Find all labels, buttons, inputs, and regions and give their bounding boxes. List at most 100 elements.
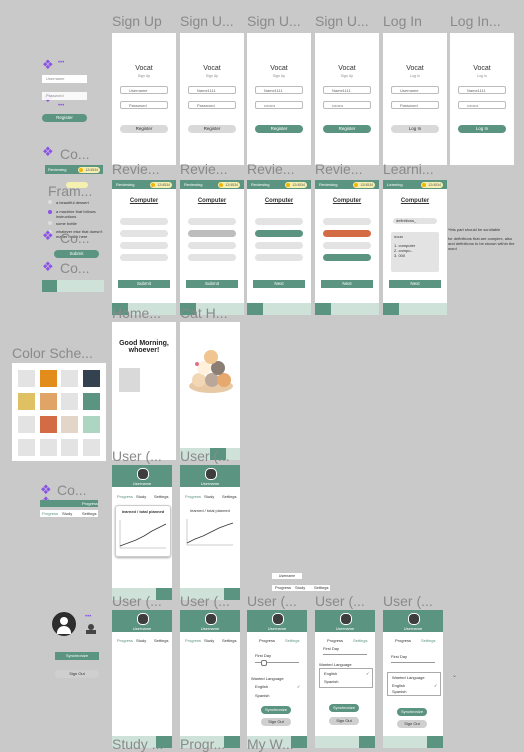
username-field[interactable]: Name1111 [188, 86, 236, 94]
log-in-button[interactable]: Log In [391, 125, 439, 133]
tab-progress[interactable]: Progress [185, 638, 201, 643]
sync-button[interactable]: Synchronize [329, 704, 359, 712]
option-spanish[interactable]: Spanish [324, 679, 338, 684]
tab-settings[interactable]: Settings [314, 585, 328, 590]
username-field[interactable]: Name1111 [458, 86, 506, 94]
sign-out-button[interactable]: Sign Out [261, 718, 291, 726]
option[interactable] [323, 242, 371, 249]
nav-active[interactable] [42, 280, 57, 292]
password-field[interactable]: •••••••• [323, 101, 371, 109]
tab-settings[interactable]: Settings [421, 638, 435, 643]
next-button[interactable]: Next [389, 280, 441, 288]
username-field[interactable]: Name1111 [323, 86, 371, 94]
tab-progress[interactable]: Progress [117, 494, 133, 499]
component-register-button[interactable]: Register [42, 114, 87, 122]
option[interactable] [188, 218, 236, 225]
definition-panel[interactable]: noun 1. computer 2. compu.. 3. 000 [391, 232, 439, 272]
option-english[interactable]: English [255, 684, 268, 689]
tab-settings[interactable]: Settings [353, 638, 367, 643]
option[interactable] [120, 254, 168, 261]
username-field[interactable]: Name1111 [255, 86, 303, 94]
count-toggle[interactable]: 12/4534 [78, 166, 100, 173]
option[interactable] [120, 218, 168, 225]
sync-button[interactable]: Synchronize [397, 708, 427, 716]
tab-progress[interactable]: Progress [395, 638, 411, 643]
component-password-field[interactable]: Password [42, 92, 87, 100]
tab-progress[interactable]: Progress [259, 638, 275, 643]
option-correct[interactable] [323, 254, 371, 261]
component-sign-out-button[interactable]: Sign Out [55, 670, 99, 678]
submit-button[interactable]: Submit [186, 280, 238, 288]
nav-item[interactable] [427, 736, 443, 748]
option[interactable] [120, 230, 168, 237]
password-field[interactable]: Password [188, 101, 236, 109]
password-field[interactable]: •••••••• [255, 101, 303, 109]
tab-settings[interactable]: Settings [222, 638, 236, 643]
option[interactable] [255, 242, 303, 249]
tab-study[interactable]: Study [295, 585, 305, 590]
count-toggle[interactable]: 12/4534 [421, 181, 443, 188]
username-field[interactable]: Username [120, 86, 168, 94]
log-in-button[interactable]: Log In [458, 125, 506, 133]
sync-button[interactable]: Synchronize [261, 706, 291, 714]
tab-study[interactable]: Study [204, 494, 214, 499]
radio-selected[interactable] [48, 210, 52, 214]
nav-item[interactable] [315, 303, 331, 315]
count-toggle[interactable]: 12/4534 [353, 181, 375, 188]
language-dropdown[interactable]: English ✓ Spanish [319, 668, 373, 688]
nav-item[interactable] [359, 736, 375, 748]
option-correct[interactable] [255, 230, 303, 237]
nav-item[interactable] [383, 303, 399, 315]
tab-settings[interactable]: Settings [285, 638, 299, 643]
sign-out-button[interactable]: Sign Out [397, 720, 427, 728]
tab-progress[interactable]: Progress [185, 494, 201, 499]
register-button[interactable]: Register [255, 125, 303, 133]
next-button[interactable]: Next [321, 280, 373, 288]
option[interactable] [255, 218, 303, 225]
tab-progress[interactable]: Progress [117, 638, 133, 643]
next-button[interactable]: Next [253, 280, 305, 288]
option-wrong[interactable] [323, 230, 371, 237]
radio[interactable] [48, 200, 52, 204]
option-spanish[interactable]: Spanish [392, 689, 406, 694]
slider-track[interactable] [391, 662, 435, 663]
nav-item[interactable] [247, 303, 263, 315]
username-field[interactable]: Username [391, 86, 439, 94]
option[interactable] [255, 254, 303, 261]
component-username-field[interactable]: Username [42, 75, 87, 83]
tab-progress[interactable]: Progress [275, 585, 291, 590]
register-button[interactable]: Register [323, 125, 371, 133]
tab-progress[interactable]: Progress [42, 511, 58, 516]
slider-thumb[interactable] [261, 660, 267, 666]
tab-study[interactable]: Study [204, 638, 214, 643]
register-button[interactable]: Register [188, 125, 236, 133]
count-toggle[interactable]: 12/4534 [218, 181, 240, 188]
option[interactable] [188, 254, 236, 261]
password-field[interactable]: Password [391, 101, 439, 109]
count-toggle[interactable]: 12/4534 [285, 181, 307, 188]
option-english[interactable]: English [324, 671, 337, 676]
password-field[interactable]: Password [120, 101, 168, 109]
option-spanish[interactable]: Spanish [255, 693, 269, 698]
option[interactable] [120, 242, 168, 249]
tab-study[interactable]: Study [136, 638, 146, 643]
component-sync-button[interactable]: Synchronize [55, 652, 99, 660]
tab-settings[interactable]: Settings [154, 638, 168, 643]
option-selected[interactable] [188, 230, 236, 237]
component-submit-button[interactable]: Submit [54, 250, 99, 258]
tab-settings[interactable]: Settings [154, 494, 168, 499]
option[interactable] [188, 242, 236, 249]
radio[interactable] [48, 221, 52, 225]
language-box[interactable]: Wanted Language English ✓ Spanish [387, 672, 441, 696]
sign-out-button[interactable]: Sign Out [329, 717, 359, 725]
tab-study[interactable]: Study [136, 494, 146, 499]
slider-track[interactable] [323, 654, 367, 655]
option[interactable] [323, 218, 371, 225]
password-field[interactable]: •••••••• [458, 101, 506, 109]
count-toggle[interactable]: 12/4534 [150, 181, 172, 188]
tab-study[interactable]: Study [62, 511, 72, 516]
tab-settings[interactable]: Settings [222, 494, 236, 499]
tab-settings[interactable]: Settings [82, 511, 96, 516]
register-button[interactable]: Register [120, 125, 168, 133]
submit-button[interactable]: Submit [118, 280, 170, 288]
